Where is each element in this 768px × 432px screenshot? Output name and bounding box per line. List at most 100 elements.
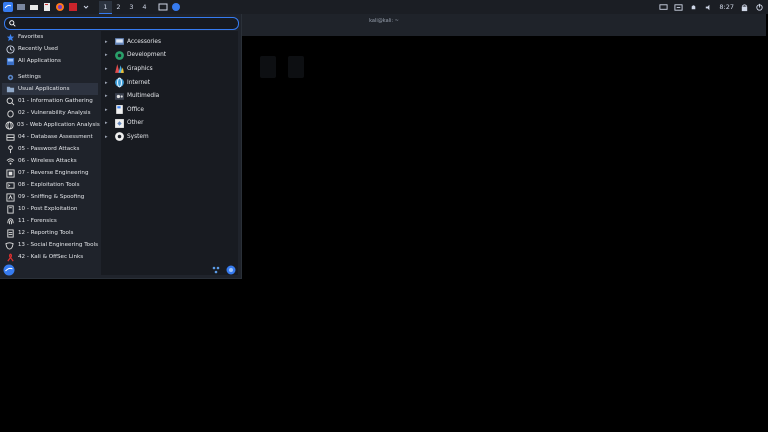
search-icon xyxy=(9,20,16,27)
submenu-development[interactable]: ▸ Development xyxy=(101,49,238,63)
expand-arrow-icon: ▸ xyxy=(105,133,108,140)
ribbon-icon xyxy=(5,252,15,262)
window-task-icon[interactable] xyxy=(157,2,168,13)
category-label: 01 - Information Gathering xyxy=(18,98,93,104)
category-reverse-engineering[interactable]: 07 - Reverse Engineering xyxy=(2,167,98,179)
terminal-launcher-icon[interactable] xyxy=(67,2,78,13)
category-label: 06 - Wireless Attacks xyxy=(18,158,77,164)
submenu-label: Multimedia xyxy=(127,93,160,100)
submenu-system[interactable]: ▸ System xyxy=(101,130,238,144)
lock-icon[interactable] xyxy=(740,3,749,12)
power-icon[interactable] xyxy=(755,3,764,12)
category-vulnerability-analysis[interactable]: 02 - Vulnerability Analysis xyxy=(2,107,98,119)
file-manager-icon[interactable] xyxy=(28,2,39,13)
category-label: 12 - Reporting Tools xyxy=(18,230,74,236)
category-label: 07 - Reverse Engineering xyxy=(18,170,89,176)
desktop-icons xyxy=(260,56,304,78)
expand-arrow-icon: ▸ xyxy=(105,38,108,45)
submenu-accessories[interactable]: ▸ Accessories xyxy=(101,35,238,49)
submenu-label: Internet xyxy=(127,79,151,86)
category-settings[interactable]: Settings xyxy=(2,71,98,83)
submenu-multimedia[interactable]: ▸ Multimedia xyxy=(101,89,238,103)
category-forensics[interactable]: 11 - Forensics xyxy=(2,215,98,227)
workspace-3[interactable]: 3 xyxy=(125,1,138,13)
firefox-icon[interactable] xyxy=(54,2,65,13)
expand-arrow-icon: ▸ xyxy=(105,120,108,127)
flag-icon xyxy=(5,204,15,214)
desktop-icon[interactable] xyxy=(288,56,304,78)
submenu-other[interactable]: ▸ Other xyxy=(101,117,238,131)
development-icon xyxy=(113,49,125,61)
category-label: 10 - Post Exploitation xyxy=(18,206,78,212)
system-icon xyxy=(113,131,125,143)
antenna-icon xyxy=(5,192,15,202)
category-web-application-analysis[interactable]: 03 - Web Application Analysis xyxy=(2,119,100,131)
submenu-label: Other xyxy=(127,120,144,127)
category-label: 08 - Exploitation Tools xyxy=(18,182,80,188)
workspace-1[interactable]: 1 xyxy=(99,0,112,14)
submenu-panel: ▸ Accessories ▸ Development ▸ Graphics ▸ Int… xyxy=(101,31,238,275)
category-information-gathering[interactable]: 01 - Information Gathering xyxy=(2,95,98,107)
category-exploitation-tools[interactable]: 08 - Exploitation Tools xyxy=(2,179,98,191)
settings-manager-icon[interactable] xyxy=(211,265,221,275)
submenu-internet[interactable]: ▸ Internet xyxy=(101,76,238,90)
user-avatar-icon[interactable] xyxy=(3,264,15,276)
category-sniffing-spoofing[interactable]: 09 - Sniffing & Spoofing xyxy=(2,191,98,203)
internet-icon xyxy=(113,77,125,89)
system-tray: 8:27 xyxy=(659,0,764,14)
submenu-label: Graphics xyxy=(127,65,153,72)
volume-icon[interactable] xyxy=(704,3,713,12)
network-icon[interactable] xyxy=(674,3,683,12)
expand-arrow-icon: ▸ xyxy=(105,93,108,100)
category-all-applications[interactable]: All Applications xyxy=(2,55,98,67)
other-icon xyxy=(113,117,125,129)
submenu-label: Development xyxy=(127,52,167,59)
submenu-graphics[interactable]: ▸ Graphics xyxy=(101,62,238,76)
notification-bell-icon[interactable] xyxy=(689,3,698,12)
desktop-icon[interactable] xyxy=(260,56,276,78)
submenu-label: System xyxy=(127,133,149,140)
gear-icon xyxy=(5,72,15,82)
submenu-office[interactable]: ▸ Office xyxy=(101,103,238,117)
terminal-icon xyxy=(5,180,15,190)
menu-footer xyxy=(0,263,241,278)
clock[interactable]: 8:27 xyxy=(719,3,734,11)
category-label: 03 - Web Application Analysis xyxy=(17,122,100,128)
category-usual-applications[interactable]: Usual Applications xyxy=(2,83,98,95)
submenu-label: Accessories xyxy=(127,38,161,45)
category-database-assessment[interactable]: 04 - Database Assessment xyxy=(2,131,98,143)
clock-icon xyxy=(5,44,15,54)
category-label: 02 - Vulnerability Analysis xyxy=(18,110,91,116)
globe-icon xyxy=(5,120,14,130)
category-wireless-attacks[interactable]: 06 - Wireless Attacks xyxy=(2,155,98,167)
workspace-switcher: 1 2 3 4 xyxy=(99,0,151,14)
mask-icon xyxy=(5,240,15,250)
category-label: Favorites xyxy=(18,34,44,40)
category-post-exploitation[interactable]: 10 - Post Exploitation xyxy=(2,203,98,215)
graphics-icon xyxy=(113,63,125,75)
category-recently-used[interactable]: Recently Used xyxy=(2,43,98,55)
category-label: 04 - Database Assessment xyxy=(18,134,93,140)
kali-menu-icon[interactable] xyxy=(2,2,13,13)
chip-icon xyxy=(5,168,15,178)
workspace-4[interactable]: 4 xyxy=(138,1,151,13)
switch-user-icon[interactable] xyxy=(226,265,236,275)
category-social-engineering-tools[interactable]: 13 - Social Engineering Tools xyxy=(2,239,98,251)
category-label: 05 - Password Attacks xyxy=(18,146,80,152)
kali-task-icon[interactable] xyxy=(170,2,181,13)
application-menu: Favorites Recently Used All Applications… xyxy=(0,14,242,279)
display-icon[interactable] xyxy=(659,3,668,12)
expand-arrow-icon: ▸ xyxy=(105,52,108,59)
launcher-dropdown-icon[interactable] xyxy=(80,2,91,13)
office-icon xyxy=(113,104,125,116)
category-reporting-tools[interactable]: 12 - Reporting Tools xyxy=(2,227,98,239)
workspace-2[interactable]: 2 xyxy=(112,1,125,13)
show-desktop-icon[interactable] xyxy=(15,2,26,13)
category-kali-offsec-links[interactable]: 42 - Kali & OffSec Links xyxy=(2,251,98,263)
category-password-attacks[interactable]: 05 - Password Attacks xyxy=(2,143,98,155)
search-box[interactable] xyxy=(4,17,239,30)
search-input[interactable] xyxy=(16,19,238,28)
text-editor-icon[interactable] xyxy=(41,2,52,13)
category-favorites[interactable]: Favorites xyxy=(2,31,98,43)
category-label: 09 - Sniffing & Spoofing xyxy=(18,194,85,200)
